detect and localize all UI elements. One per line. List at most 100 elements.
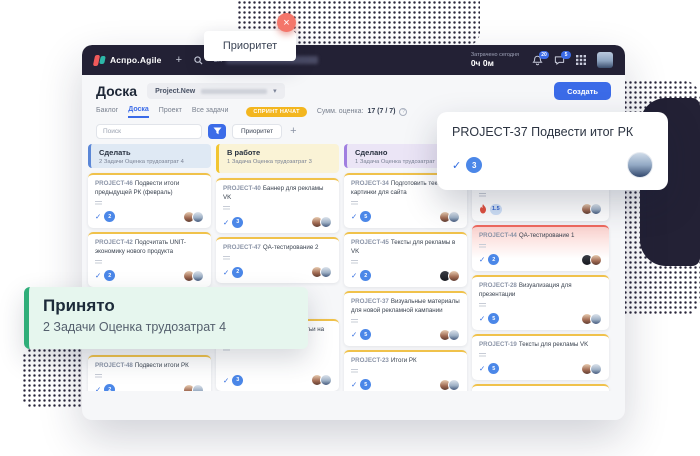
column-in-progress: В работе 1 Задача Оценка трудозатрат 3 P…	[216, 144, 339, 391]
notifications-badge: 20	[539, 51, 549, 59]
apps-grid-icon[interactable]	[576, 55, 586, 65]
points-badge: 2	[360, 270, 371, 281]
task-card[interactable]: PROJECT-37Визуальные материалы для новой…	[344, 291, 467, 346]
task-card[interactable]: PROJECT-16Подвести итоги РК	[472, 384, 609, 391]
close-icon[interactable]: ×	[277, 13, 296, 32]
avatar	[320, 374, 332, 386]
check-icon: ✓	[479, 314, 485, 323]
description-icon	[479, 303, 486, 308]
project-selector[interactable]: Project.New ▾	[147, 83, 285, 99]
description-icon	[351, 369, 358, 374]
avatar	[320, 216, 332, 228]
description-icon	[479, 193, 486, 198]
redacted-text	[201, 89, 267, 94]
sprint-status-badge: СПРИНТ НАЧАТ	[246, 107, 306, 117]
description-icon	[479, 244, 486, 249]
points-badge: 5	[488, 363, 499, 374]
project-name: Project.New	[155, 88, 195, 95]
card-preview-popup[interactable]: PROJECT-37 Подвести итог РК ✓ 3	[437, 112, 668, 190]
tab-project[interactable]: Проект	[159, 107, 182, 117]
check-icon: ✓	[95, 271, 101, 280]
time-tracked-value: 0ч 0м	[471, 58, 519, 68]
search-input[interactable]	[96, 124, 202, 139]
check-icon: ✓	[223, 218, 229, 227]
description-icon	[95, 260, 102, 265]
info-icon[interactable]: ?	[399, 108, 407, 116]
column-title: В работе	[227, 148, 331, 157]
logo-icon	[94, 55, 105, 66]
task-card[interactable]: PROJECT-28Визуализация для презентации ✓…	[472, 275, 609, 330]
points-badge: 2	[104, 270, 115, 281]
task-card[interactable]: PROJECT-19Тексты для рекламы VK ✓ 5	[472, 334, 609, 380]
description-icon	[351, 260, 358, 265]
tab-all-tasks[interactable]: Все задачи	[192, 107, 229, 117]
user-avatar[interactable]	[597, 52, 613, 68]
time-tracked: Затрачено сегодня 0ч 0м	[471, 52, 519, 69]
app-header: Аспро.Agile + Сп Затрачено сегодня 0ч 0м…	[82, 45, 625, 75]
add-filter-button[interactable]: +	[288, 126, 298, 137]
accepted-title: Принято	[43, 296, 294, 316]
score-value: 17 (7 / 7)	[367, 108, 395, 115]
points-badge: 3	[232, 375, 243, 386]
filter-button[interactable]	[208, 124, 226, 139]
task-id: PROJECT-23	[351, 357, 389, 364]
points-badge: 5	[488, 313, 499, 324]
points-badge: 5	[360, 379, 371, 390]
column-todo: Сделать 2 Задачи Оценка трудозатрат 4 PR…	[88, 144, 211, 391]
task-id: PROJECT-28	[479, 282, 517, 289]
avatar	[320, 266, 332, 278]
avatar	[448, 379, 460, 391]
messages-badge: 5	[561, 51, 571, 59]
search-icon[interactable]	[194, 56, 203, 65]
check-icon: ✓	[351, 212, 357, 221]
task-card[interactable]: PROJECT-47QA-тестирование 2 ✓ 2	[216, 237, 339, 283]
check-icon: ✓	[479, 255, 485, 264]
app-window: Аспро.Agile + Сп Затрачено сегодня 0ч 0м…	[82, 45, 625, 420]
quick-add-icon[interactable]: +	[176, 55, 182, 66]
column-header[interactable]: В работе 1 Задача Оценка трудозатрат 3	[216, 144, 339, 173]
task-card[interactable]: PROJECT-48Подвести итоги РК ✓ 2	[88, 355, 211, 391]
task-id: PROJECT-46	[95, 180, 133, 187]
chevron-down-icon: ▾	[273, 87, 277, 95]
task-title: Итоги РК	[391, 357, 417, 364]
column-title: Сделать	[99, 148, 203, 157]
task-title: Тексты для рекламы VK	[519, 341, 588, 348]
description-icon	[95, 201, 102, 206]
task-card[interactable]: PROJECT-45Тексты для рекламы в VK ✓ 2	[344, 232, 467, 287]
task-id: PROJECT-40	[223, 185, 261, 192]
task-id: PROJECT-47	[223, 244, 261, 251]
column-header[interactable]: Сделать 2 Задачи Оценка трудозатрат 4	[88, 144, 211, 168]
task-card[interactable]: PROJECT-40Баннер для рекламы VK ✓ 3	[216, 178, 339, 233]
avatar	[590, 363, 602, 375]
task-card[interactable]: PROJECT-44QA-тестирование 1 ✓ 2	[472, 225, 609, 271]
task-title: QA-тестирование 2	[263, 244, 319, 251]
task-card[interactable]: PROJECT-46Подвести итоги предыдущей РК (…	[88, 173, 211, 228]
description-icon	[223, 206, 230, 211]
tab-board[interactable]: Доска	[128, 106, 149, 118]
task-id: PROJECT-42	[95, 239, 133, 246]
priority-tooltip: Приоритет	[204, 31, 296, 61]
app-name: Аспро.Agile	[110, 55, 162, 65]
messages-button[interactable]: 5	[554, 55, 565, 66]
points-badge: 2	[232, 267, 243, 278]
notifications-button[interactable]: 20	[532, 55, 543, 66]
task-card[interactable]: PROJECT-23Итоги РК ✓ 5	[344, 350, 467, 391]
task-id: PROJECT-45	[351, 239, 389, 246]
points-badge: 3	[466, 157, 482, 173]
tab-backlog[interactable]: Баклог	[96, 107, 118, 117]
task-card[interactable]: PROJECT-42Подсчитать UNIT-экономику ново…	[88, 232, 211, 287]
popup-task-title: PROJECT-37 Подвести итог РК	[452, 125, 653, 139]
fire-icon	[479, 204, 487, 214]
task-id: PROJECT-34	[351, 180, 389, 187]
avatar	[448, 329, 460, 341]
app-logo[interactable]: Аспро.Agile	[94, 55, 162, 66]
task-id: PROJECT-48	[95, 362, 133, 369]
score-summary: Сумм. оценка: 17 (7 / 7) ?	[317, 108, 408, 116]
avatar	[590, 313, 602, 325]
column-meta: 1 Задача Оценка трудозатрат 3	[227, 159, 331, 165]
create-button[interactable]: Создать	[554, 82, 611, 100]
score-label: Сумм. оценка:	[317, 108, 364, 115]
priority-filter-button[interactable]: Приоритет	[232, 124, 282, 139]
check-icon: ✓	[351, 380, 357, 389]
check-icon: ✓	[452, 159, 461, 172]
